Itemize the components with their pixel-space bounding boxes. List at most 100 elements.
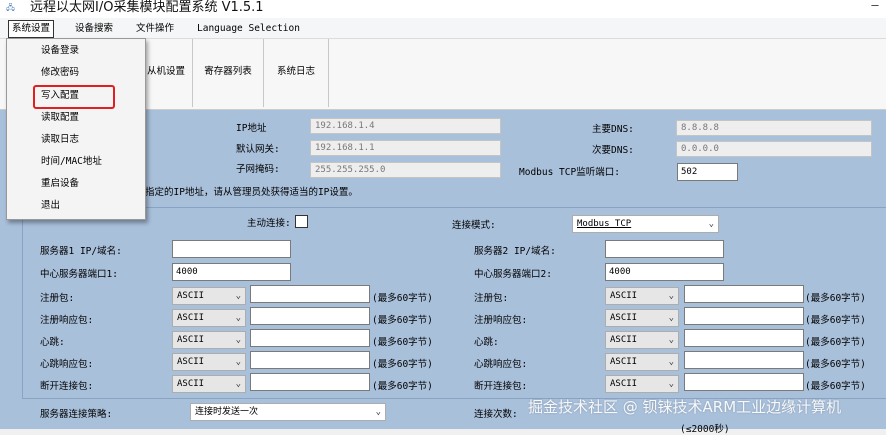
menu-item-read-log[interactable]: 读取日志 [41,131,79,149]
encoding-value: ASCII [177,379,205,389]
encoding-value: ASCII [610,335,638,345]
toolbar-label: 从机设置 [146,66,185,77]
server2-row-input[interactable] [684,285,804,303]
dns2-field[interactable]: 0.0.0.0 [676,141,872,157]
dns1-label: 主要DNS: [592,124,634,135]
policy-value: 连接时发送一次 [195,407,259,417]
dns2-label: 次要DNS: [592,145,634,156]
toolbar-system-log[interactable]: 系统日志 [264,39,329,107]
app-icon: 🖧 [6,3,15,12]
server2-port-input[interactable]: 4000 [605,263,724,281]
menu-language-selection[interactable]: Language Selection [197,21,300,37]
server2-addr-label: 服务器2 IP/域名: [474,246,556,257]
server1-row-label: 心跳: [40,337,65,348]
toolbar-label: 寄存器列表 [204,66,252,77]
server1-row-input[interactable] [250,351,370,369]
title-bar: 🖧 远程以太网I/O采集模块配置系统 V1.5.1 — [0,0,886,18]
server1-row-hint: (最多60字节) [372,381,433,392]
server2-encoding-select[interactable]: ASCII ⌄ [605,331,679,349]
encoding-value: ASCII [610,379,638,389]
minimize-button[interactable]: — [866,0,884,12]
highlight-box [33,85,115,109]
toolbar-register-list[interactable]: 寄存器列表 [193,39,264,107]
server2-encoding-select[interactable]: ASCII ⌄ [605,375,679,393]
server2-row-input[interactable] [684,351,804,369]
policy-label: 服务器连接策略: [40,409,113,420]
chevron-down-icon: ⌄ [235,357,241,367]
server1-row-hint: (最多60字节) [372,293,433,304]
server2-row-hint: (最多60字节) [805,337,866,348]
menu-item-restart-device[interactable]: 重启设备 [41,175,79,193]
window-title: 远程以太网I/O采集模块配置系统 V1.5.1 [30,0,264,15]
encoding-value: ASCII [610,313,638,323]
chevron-down-icon: ⌄ [668,357,674,367]
server1-row-input[interactable] [250,285,370,303]
server1-encoding-select[interactable]: ASCII ⌄ [172,287,246,305]
server2-row-hint: (最多60字节) [805,359,866,370]
server2-port-label: 中心服务器端口2: [474,269,552,280]
encoding-value: ASCII [177,291,205,301]
encoding-value: ASCII [177,313,205,323]
chevron-down-icon: ⌄ [668,313,674,323]
mask-label: 子网掩码: [236,164,280,175]
modbus-port-input[interactable]: 502 [677,163,738,181]
menu-device-search[interactable]: 设备搜索 [75,21,113,37]
server2-row-input[interactable] [684,329,804,347]
server2-encoding-select[interactable]: ASCII ⌄ [605,353,679,371]
server1-row-hint: (最多60字节) [372,315,433,326]
server2-row-label: 断开连接包: [474,381,528,392]
server2-addr-input[interactable] [605,240,724,258]
chevron-down-icon: ⌄ [235,313,241,323]
menu-item-change-password[interactable]: 修改密码 [41,64,79,82]
server2-row-label: 注册响应包: [474,315,528,326]
server1-row-label: 心跳响应包: [40,359,94,370]
gateway-field[interactable]: 192.168.1.1 [310,140,501,156]
server2-encoding-select[interactable]: ASCII ⌄ [605,309,679,327]
count-hint: (≤2000秒) [680,424,730,435]
menu-file-operations[interactable]: 文件操作 [136,21,174,37]
watermark: 掘金技术社区 @ 钡铼技术ARM工业边缘计算机 [528,398,842,416]
server2-encoding-select[interactable]: ASCII ⌄ [605,287,679,305]
server-group [22,207,886,399]
encoding-value: ASCII [610,291,638,301]
server2-row-input[interactable] [684,307,804,325]
modbus-port-label: Modbus TCP监听端口: [519,167,620,178]
server1-row-input[interactable] [250,329,370,347]
server1-row-hint: (最多60字节) [372,359,433,370]
server1-port-label: 中心服务器端口1: [40,269,118,280]
chevron-down-icon: ⌄ [668,379,674,389]
menu-item-read-config[interactable]: 读取配置 [41,109,79,127]
server2-row-hint: (最多60字节) [805,293,866,304]
server1-row-input[interactable] [250,373,370,391]
gateway-label: 默认网关: [236,144,280,155]
dns1-field[interactable]: 8.8.8.8 [676,120,872,136]
encoding-value: ASCII [177,357,205,367]
server1-encoding-select[interactable]: ASCII ⌄ [172,353,246,371]
policy-select[interactable]: 连接时发送一次 ⌄ [190,403,386,421]
mask-field[interactable]: 255.255.255.0 [310,162,501,178]
menu-item-time-mac[interactable]: 时间/MAC地址 [41,153,102,171]
server1-encoding-select[interactable]: ASCII ⌄ [172,375,246,393]
server1-encoding-select[interactable]: ASCII ⌄ [172,309,246,327]
server1-row-label: 断开连接包: [40,381,94,392]
server1-addr-input[interactable] [172,240,291,258]
chevron-down-icon: ⌄ [235,335,241,345]
ip-field[interactable]: 192.168.1.4 [310,118,501,134]
ip-label: IP地址 [236,123,267,134]
server1-row-label: 注册包: [40,293,75,304]
chevron-down-icon: ⌄ [375,407,381,417]
chevron-down-icon: ⌄ [235,291,241,301]
server1-port-input[interactable]: 4000 [172,263,291,281]
server2-row-input[interactable] [684,373,804,391]
server2-row-hint: (最多60字节) [805,315,866,326]
menu-item-exit[interactable]: 退出 [41,197,60,215]
toolbar-slave-settings[interactable]: 从机设置 [140,39,193,107]
menu-item-device-login[interactable]: 设备登录 [41,42,79,60]
ip-note: 指定的IP地址，请从管理员处获得适当的IP设置。 [145,187,358,198]
menu-system-settings[interactable]: 系统设置 [8,20,55,38]
server1-row-input[interactable] [250,307,370,325]
server1-encoding-select[interactable]: ASCII ⌄ [172,331,246,349]
system-settings-menu: 设备登录 修改密码 写入配置 读取配置 读取日志 时间/MAC地址 重启设备 退… [6,38,146,220]
server1-row-hint: (最多60字节) [372,337,433,348]
chevron-down-icon: ⌄ [235,379,241,389]
